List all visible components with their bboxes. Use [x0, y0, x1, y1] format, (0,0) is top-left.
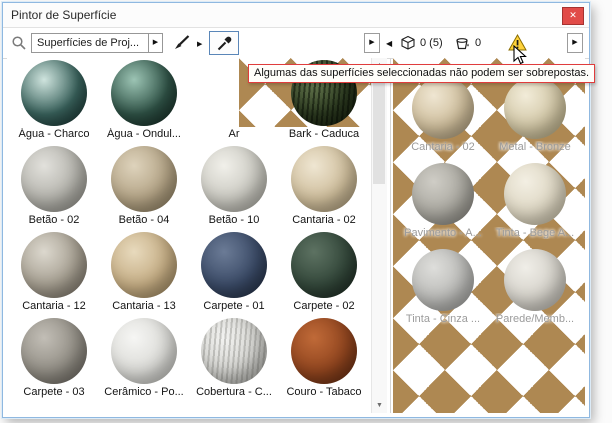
panel-collapse-arrow[interactable]: ◀	[386, 39, 392, 48]
material-cell[interactable]: Carpete - 01	[189, 230, 279, 316]
material-cell[interactable]: Couro - Tabaco	[279, 316, 369, 402]
material-swatch[interactable]	[504, 163, 566, 225]
material-cell[interactable]: Cantaria - 02	[279, 144, 369, 230]
material-label: Ar	[187, 128, 281, 140]
material-cell[interactable]: Cantaria - 12	[9, 230, 99, 316]
material-cell[interactable]: Cerâmico - Po...	[99, 316, 189, 402]
material-cell[interactable]: Metal - Bronze	[489, 77, 581, 163]
scroll-thumb[interactable]	[373, 74, 385, 184]
material-swatch[interactable]	[21, 318, 87, 384]
material-label: Cantaria - 13	[97, 300, 191, 312]
material-cell[interactable]: Pavimento - A...	[397, 163, 489, 249]
material-label: Cobertura - C...	[187, 386, 281, 398]
material-swatch[interactable]	[21, 60, 87, 126]
mouse-cursor	[513, 45, 527, 65]
surface-filter-value: Superfícies de Proj...	[32, 34, 148, 52]
material-cell[interactable]: Betão - 04	[99, 144, 189, 230]
material-swatch[interactable]	[412, 163, 474, 225]
material-label: Betão - 04	[97, 214, 191, 226]
material-swatch[interactable]	[504, 249, 566, 311]
left-panel-scrollbar[interactable]: ▲ ▼	[371, 58, 387, 413]
material-label: Cerâmico - Po...	[97, 386, 191, 398]
panel-divider	[390, 58, 391, 413]
material-label: Carpete - 01	[187, 300, 281, 312]
material-label: Tinta - Bege A...	[487, 227, 583, 239]
material-cell[interactable]: Cantaria - 13	[99, 230, 189, 316]
search-icon	[11, 35, 27, 51]
toolbar: Superfícies de Proj... ▶ ▶ ▶ ◀ 0 (5) 0 ▶	[3, 28, 589, 59]
material-label: Tinta - Cinza ...	[395, 313, 491, 325]
material-swatch[interactable]	[21, 146, 87, 212]
left-material-grid: Água - CharcoÁgua - Ondul...ArBark - Cad…	[9, 58, 369, 402]
titlebar[interactable]: Pintor de Superfície ✕	[3, 3, 589, 28]
material-label: Cantaria - 02	[395, 141, 491, 153]
material-swatch[interactable]	[201, 232, 267, 298]
material-label: Carpete - 03	[7, 386, 101, 398]
material-cell[interactable]: Tinta - Cinza ...	[397, 249, 489, 335]
warning-tooltip: Algumas das superfícies seleccionadas nã…	[248, 64, 595, 83]
material-swatch[interactable]	[201, 318, 267, 384]
material-swatch[interactable]	[111, 232, 177, 298]
close-button[interactable]: ✕	[562, 7, 584, 25]
eyedropper-button[interactable]	[209, 31, 239, 55]
material-label: Parede/Memb...	[487, 313, 583, 325]
material-cell[interactable]: Carpete - 03	[9, 316, 99, 402]
material-cell[interactable]: Parede/Memb...	[489, 249, 581, 335]
material-swatch[interactable]	[291, 232, 357, 298]
material-swatch[interactable]	[201, 146, 267, 212]
available-surfaces-panel: Água - CharcoÁgua - Ondul...ArBark - Cad…	[7, 58, 387, 413]
material-label: Betão - 10	[187, 214, 281, 226]
material-label: Bark - Caduca	[277, 128, 371, 140]
right-material-grid: Cantaria - 02Metal - Bronze Pavimento - A…	[397, 77, 581, 335]
material-swatch[interactable]	[412, 77, 474, 139]
material-swatch[interactable]	[111, 146, 177, 212]
material-cell[interactable]: Tinta - Bege A...	[489, 163, 581, 249]
combo-popup-button[interactable]: ▶	[148, 34, 162, 52]
scroll-down-button[interactable]: ▼	[372, 398, 387, 413]
material-cell[interactable]: Cantaria - 02	[397, 77, 489, 163]
material-label: Cantaria - 12	[7, 300, 101, 312]
material-swatch[interactable]	[412, 249, 474, 311]
bucket-count: 0	[475, 37, 481, 49]
surface-filter-combo[interactable]: Superfícies de Proj... ▶	[31, 33, 163, 53]
material-label: Água - Ondul...	[97, 128, 191, 140]
paint-bucket-icon	[453, 35, 471, 51]
material-cell[interactable]: Água - Charco	[9, 58, 99, 144]
left-panel-flyout-button[interactable]: ▶	[364, 33, 380, 53]
material-swatch[interactable]	[291, 146, 357, 212]
material-swatch[interactable]	[21, 232, 87, 298]
material-label: Pavimento - A...	[395, 227, 491, 239]
material-cell[interactable]: Água - Ondul...	[99, 58, 189, 144]
right-panel-flyout-button[interactable]: ▶	[567, 33, 583, 53]
window-title: Pintor de Superfície	[11, 8, 116, 22]
material-label: Betão - 02	[7, 214, 101, 226]
material-label: Couro - Tabaco	[277, 386, 371, 398]
elements-count: 0 (5)	[420, 37, 443, 49]
material-swatch[interactable]	[111, 318, 177, 384]
material-cell[interactable]: Betão - 10	[189, 144, 279, 230]
material-swatch[interactable]	[291, 318, 357, 384]
material-label: Cantaria - 02	[277, 214, 371, 226]
material-cell[interactable]: Cobertura - C...	[189, 316, 279, 402]
material-swatch[interactable]	[111, 60, 177, 126]
material-label: Carpete - 02	[277, 300, 371, 312]
material-label: Metal - Bronze	[487, 141, 583, 153]
material-cell[interactable]: Carpete - 02	[279, 230, 369, 316]
material-cell[interactable]: Betão - 02	[9, 144, 99, 230]
material-swatch[interactable]	[504, 77, 566, 139]
brush-flyout-arrow[interactable]: ▶	[197, 40, 202, 48]
override-surfaces-panel: Cantaria - 02Metal - Bronze Pavimento - A…	[393, 58, 585, 413]
paint-brush-button[interactable]	[173, 33, 195, 53]
elements-cube-icon	[400, 35, 416, 51]
material-label: Água - Charco	[7, 128, 101, 140]
